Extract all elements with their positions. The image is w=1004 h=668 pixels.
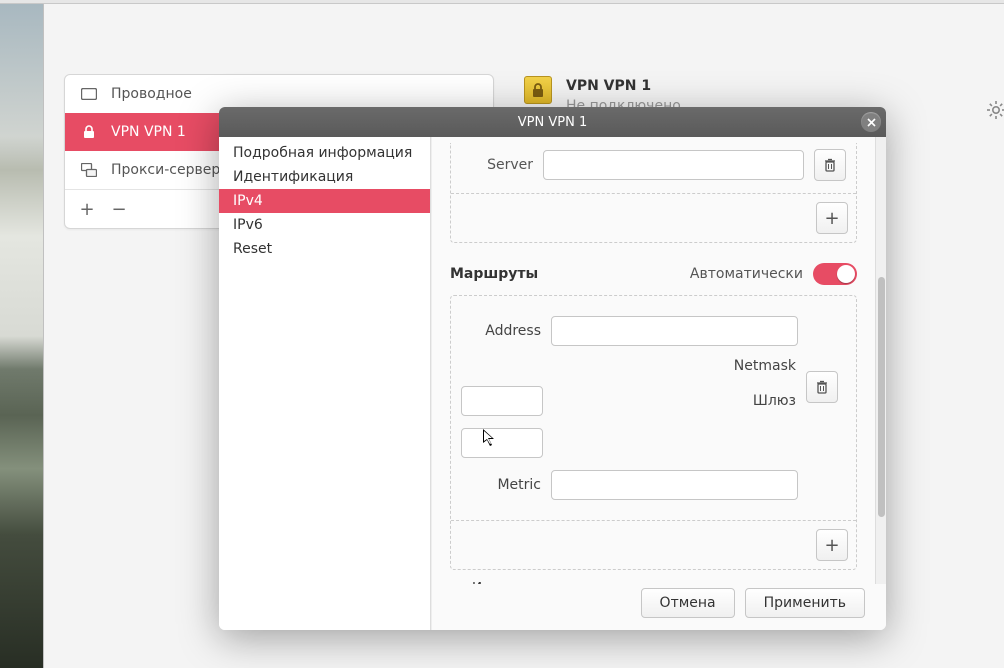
routes-auto-wrap: Автоматически (690, 263, 857, 285)
sidebar-item-label: Прокси-сервер (111, 162, 220, 178)
routes-group: Address Netmask Шлюз (450, 295, 857, 570)
nav-ipv6[interactable]: IPv6 (219, 213, 430, 237)
dns-add-bar: + (451, 193, 856, 242)
route-gateway-input[interactable] (461, 428, 543, 458)
modal-title: VPN VPN 1 (518, 115, 587, 130)
metric-label: Metric (461, 477, 551, 493)
address-label: Address (461, 323, 551, 339)
modal-titlebar[interactable]: VPN VPN 1 (219, 107, 886, 137)
sidebar-item-label: VPN VPN 1 (111, 124, 186, 140)
add-server-button[interactable]: + (816, 202, 848, 234)
modal-body: Подробная информация Идентификация IPv4 … (219, 137, 886, 630)
remove-connection-button[interactable]: − (105, 196, 133, 222)
connection-lock-icon (524, 76, 552, 104)
modal-close-button[interactable] (861, 112, 881, 132)
network-settings-window: Проводное VPN VPN 1 Прокси-сервер + − VP… (43, 4, 1004, 668)
sidebar-item-label: Проводное (111, 86, 192, 102)
add-route-button[interactable]: + (816, 529, 848, 561)
delete-route-button[interactable] (806, 371, 838, 403)
route-metric-input[interactable] (551, 470, 798, 500)
modal-button-bar: Отмена Применить (631, 582, 875, 624)
netmask-label: Netmask (551, 358, 806, 374)
routes-auto-switch[interactable] (813, 263, 857, 285)
routes-add-bar: + (451, 520, 856, 569)
dns-section-bottom: Server + (450, 143, 857, 243)
desktop-wallpaper (0, 4, 43, 668)
scrollbar-thumb[interactable] (878, 277, 885, 517)
connection-settings-button[interactable] (982, 96, 1004, 124)
cancel-button[interactable]: Отмена (641, 588, 735, 618)
nav-details[interactable]: Подробная информация (219, 141, 430, 165)
add-connection-button[interactable]: + (73, 196, 101, 222)
nav-ipv4[interactable]: IPv4 (219, 189, 430, 213)
wired-icon (81, 87, 97, 101)
routes-header: Маршруты Автоматически (450, 263, 857, 285)
connection-title: VPN VPN 1 (566, 78, 651, 94)
server-label: Server (461, 157, 533, 173)
route-address-input[interactable] (551, 316, 798, 346)
modal-content: Server + Маршруты Автом (431, 137, 886, 630)
nav-identity[interactable]: Идентификация (219, 165, 430, 189)
lock-icon (81, 125, 97, 139)
proxy-icon (81, 163, 97, 177)
route-netmask-input[interactable] (461, 386, 543, 416)
nav-reset[interactable]: Reset (219, 237, 430, 261)
modal-nav: Подробная информация Идентификация IPv4 … (219, 137, 431, 630)
apply-button[interactable]: Применить (745, 588, 865, 618)
gateway-label: Шлюз (551, 393, 806, 409)
scroll-area: Server + Маршруты Автом (432, 137, 875, 584)
auto-label: Автоматически (690, 266, 803, 282)
routes-title: Маршруты (450, 266, 538, 282)
dns-server-row: Server (451, 143, 856, 193)
content-scrollbar[interactable] (875, 137, 886, 584)
server-input[interactable] (543, 150, 804, 180)
delete-server-button[interactable] (814, 149, 846, 181)
vpn-config-modal: VPN VPN 1 Подробная информация Идентифик… (219, 107, 886, 630)
